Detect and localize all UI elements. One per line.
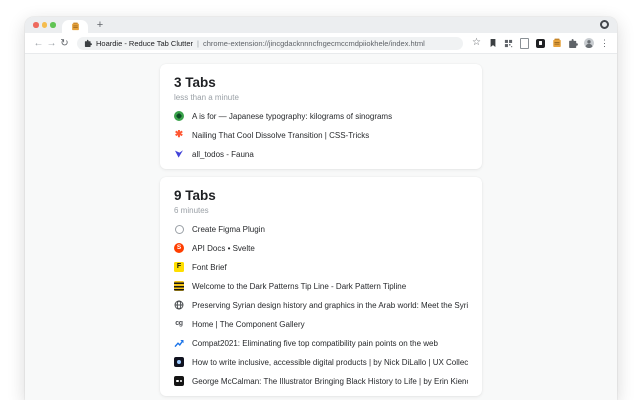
- component-gallery-favicon: cg: [175, 320, 183, 327]
- minimize-window-button[interactable]: [41, 22, 47, 28]
- dark-patterns-tipline-favicon: [174, 281, 184, 291]
- tab-strip: +: [25, 17, 617, 33]
- saved-tab-title: Preserving Syrian design history and gra…: [192, 300, 468, 310]
- a-is-for-favicon: [174, 111, 184, 121]
- saved-tab-title: API Docs • Svelte: [192, 243, 255, 253]
- saved-tab-title: Welcome to the Dark Patterns Tip Line - …: [192, 281, 407, 291]
- bookmark-extension-icon[interactable]: [487, 37, 498, 49]
- saved-tab-title: Home | The Component Gallery: [192, 319, 305, 329]
- saved-tab-row[interactable]: George McCalman: The Illustrator Bringin…: [174, 376, 468, 386]
- address-bar[interactable]: Hoardie - Reduce Tab Clutter | chrome-ex…: [77, 36, 463, 50]
- saved-tab-title: Nailing That Cool Dissolve Transition | …: [192, 130, 370, 140]
- compat-chart-favicon: [174, 338, 184, 348]
- fauna-favicon: [174, 149, 184, 159]
- toolbar-actions: ☆ ⋮: [471, 37, 610, 49]
- close-window-button[interactable]: [33, 22, 39, 28]
- dark-square-extension-icon[interactable]: [535, 37, 546, 49]
- profile-avatar[interactable]: [583, 37, 594, 49]
- address-url: chrome-extension://jincgdacknnncfngecmcc…: [202, 38, 425, 48]
- extensions-puzzle-icon[interactable]: [567, 37, 578, 49]
- new-tab-button[interactable]: +: [93, 18, 107, 32]
- grid-extension-icon[interactable]: [503, 37, 514, 49]
- svelte-favicon: S: [174, 243, 184, 253]
- hoardie-page[interactable]: 3 Tabs less than a minute A is for — Jap…: [25, 54, 617, 400]
- hoardie-folder-icon: [71, 22, 80, 31]
- globe-favicon: [174, 300, 184, 310]
- address-separator: |: [197, 38, 199, 48]
- forward-icon[interactable]: →: [45, 38, 58, 49]
- font-brief-favicon: F: [174, 262, 184, 272]
- saved-tab-row[interactable]: A is for — Japanese typography: kilogram…: [174, 111, 468, 121]
- traffic-lights: [33, 22, 56, 28]
- zoom-window-button[interactable]: [50, 22, 56, 28]
- extension-page-icon: [84, 39, 92, 47]
- indeed-design-favicon: [174, 376, 184, 386]
- saved-tab-row[interactable]: How to write inclusive, accessible digit…: [174, 357, 468, 367]
- browser-window: + ← → ↻ Hoardie - Reduce Tab Clutter | c…: [25, 17, 617, 400]
- tab-search-icon[interactable]: [600, 20, 609, 29]
- saved-tab-row[interactable]: F Font Brief: [174, 262, 468, 272]
- saved-tab-title: How to write inclusive, accessible digit…: [192, 357, 468, 367]
- saved-tab-row[interactable]: ✱ Nailing That Cool Dissolve Transition …: [174, 130, 468, 140]
- address-page-title: Hoardie - Reduce Tab Clutter: [96, 38, 193, 48]
- saved-tab-title: all_todos - Fauna: [192, 149, 254, 159]
- reload-icon[interactable]: ↻: [58, 38, 71, 49]
- browser-tab-hoardie[interactable]: [62, 20, 88, 33]
- saved-tab-title: George McCalman: The Illustrator Bringin…: [192, 376, 468, 386]
- hoardie-extension-icon[interactable]: [551, 37, 562, 49]
- saved-tab-row[interactable]: all_todos - Fauna: [174, 149, 468, 159]
- tab-group-card: 9 Tabs 6 minutes Create Figma Plugin S A…: [160, 177, 482, 396]
- saved-tab-row[interactable]: cg Home | The Component Gallery: [174, 319, 468, 329]
- saved-tab-row[interactable]: Compat2021: Eliminating five top compati…: [174, 338, 468, 348]
- figma-plugin-favicon: [174, 224, 184, 234]
- group-title: 3 Tabs: [174, 75, 216, 90]
- saved-tab-row[interactable]: Preserving Syrian design history and gra…: [174, 300, 468, 310]
- css-tricks-favicon: ✱: [174, 130, 184, 140]
- bookmark-star-icon[interactable]: ☆: [471, 37, 482, 49]
- more-menu-icon[interactable]: ⋮: [599, 37, 610, 49]
- group-age: less than a minute: [174, 93, 239, 102]
- saved-tab-row[interactable]: Create Figma Plugin: [174, 224, 468, 234]
- saved-tab-row[interactable]: Welcome to the Dark Patterns Tip Line - …: [174, 281, 468, 291]
- saved-tab-title: Compat2021: Eliminating five top compati…: [192, 338, 438, 348]
- group-title: 9 Tabs: [174, 188, 216, 203]
- group-age: 6 minutes: [174, 206, 209, 215]
- saved-tab-title: A is for — Japanese typography: kilogram…: [192, 111, 393, 121]
- saved-tab-title: Create Figma Plugin: [192, 224, 265, 234]
- tab-groups-list: 3 Tabs less than a minute A is for — Jap…: [160, 54, 482, 396]
- copy-document-extension-icon[interactable]: [519, 37, 530, 49]
- ux-collective-favicon: [174, 357, 184, 367]
- back-icon[interactable]: ←: [32, 38, 45, 49]
- saved-tab-title: Font Brief: [192, 262, 227, 272]
- saved-tab-row[interactable]: S API Docs • Svelte: [174, 243, 468, 253]
- tab-group-card: 3 Tabs less than a minute A is for — Jap…: [160, 64, 482, 169]
- browser-toolbar: ← → ↻ Hoardie - Reduce Tab Clutter | chr…: [25, 33, 617, 54]
